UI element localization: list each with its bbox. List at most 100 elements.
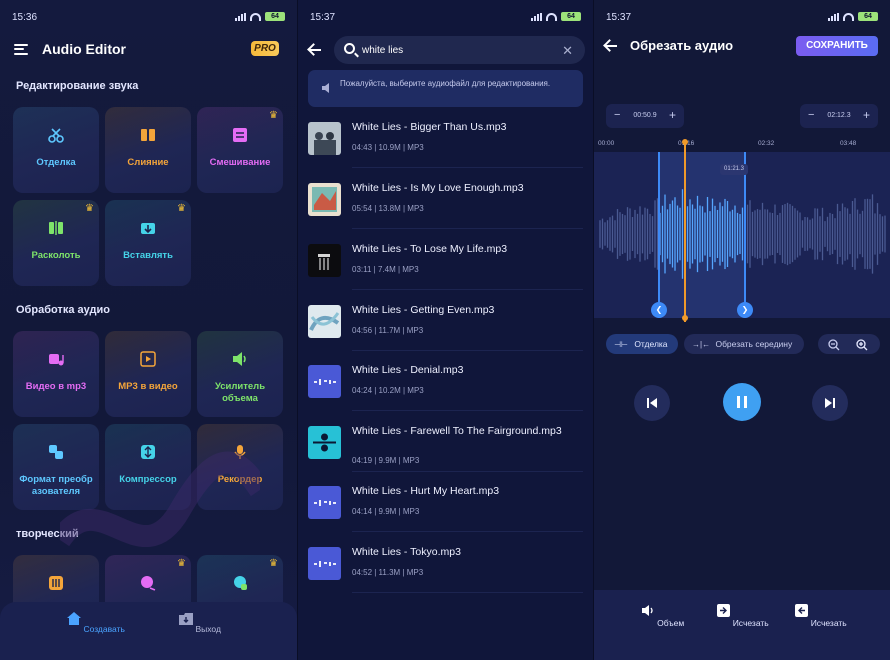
list-item[interactable]: White Lies - Hurt My Heart.mp3 04:14 | 9.… — [308, 476, 583, 532]
status-time: 15:37 — [606, 12, 632, 23]
clear-search-icon[interactable]: ✕ — [562, 43, 573, 59]
song-meta: 05:54 | 13.8M | MP3 — [352, 204, 424, 213]
section-title: Редактирование звука — [16, 80, 139, 92]
zoom-controls — [818, 334, 880, 354]
zoom-in-icon[interactable] — [856, 338, 868, 351]
list-item[interactable]: White Lies - Farewell To The Fairground.… — [308, 416, 583, 472]
trim-end-knob[interactable]: ❯ — [737, 302, 753, 318]
pause-button[interactable] — [723, 383, 761, 421]
mode-trim-chip[interactable]: ⊣⊢ Отделка — [606, 334, 678, 354]
waveform-editor[interactable]: ❮ ❯ 01:21.3 — [594, 139, 890, 322]
background-wave-decoration — [60, 451, 260, 548]
mode-cut-middle-chip[interactable]: →|← Обрезать середину — [684, 334, 804, 354]
song-title: White Lies - To Lose My Life.mp3 — [352, 243, 508, 255]
tool-fade-in-label: Исчезать — [732, 618, 769, 628]
back-arrow-icon[interactable] — [602, 37, 620, 55]
divider — [352, 228, 583, 229]
section-title: Обработка аудио — [16, 304, 110, 316]
tool-tile-label: Слияние — [127, 157, 169, 168]
app-header: Audio Editor PRO — [14, 38, 283, 60]
skip-forward-button[interactable] — [812, 385, 848, 421]
waveform — [599, 189, 886, 279]
selection-duration: 01:21.3 — [720, 164, 748, 175]
tool-fade-in[interactable]: Исчезать — [708, 604, 778, 628]
tool-fade-out[interactable]: Исчезать — [786, 604, 856, 628]
skip-forward-icon — [825, 398, 835, 408]
list-item[interactable]: White Lies - Bigger Than Us.mp3 04:43 | 1… — [308, 112, 583, 168]
zoom-out-icon[interactable] — [828, 338, 840, 351]
status-bar: 15:37 64 — [594, 8, 890, 24]
wifi-icon — [843, 12, 854, 21]
album-art-thumbnail — [308, 305, 341, 338]
timeline-tick: 03:48 — [840, 140, 857, 147]
song-meta: 04:19 | 9.9M | MP3 — [352, 456, 420, 465]
hamburger-menu-icon[interactable] — [14, 43, 28, 55]
list-item[interactable]: White Lies - Getting Even.mp3 04:56 | 11.… — [308, 295, 583, 351]
back-arrow-icon[interactable] — [306, 41, 324, 59]
volume-booster-icon — [233, 352, 246, 366]
search-header: ✕ — [306, 36, 585, 64]
home-icon — [67, 612, 82, 625]
wifi-icon — [250, 12, 261, 21]
volume-icon — [641, 605, 653, 616]
search-icon — [344, 43, 355, 54]
divider — [352, 167, 583, 168]
start-time-increase-button[interactable]: + — [669, 108, 676, 122]
trim-start-handle[interactable] — [658, 152, 660, 318]
scissors-icon — [48, 128, 64, 143]
song-title: White Lies - Is My Love Enough.mp3 — [352, 182, 524, 194]
skip-back-button[interactable] — [634, 385, 670, 421]
end-time-increase-button[interactable]: + — [863, 108, 870, 122]
divider — [352, 531, 583, 532]
list-item[interactable]: White Lies - Denial.mp3 04:24 | 10.2M | M… — [308, 355, 583, 411]
list-item[interactable]: White Lies - To Lose My Life.mp3 03:11 | … — [308, 234, 583, 290]
search-bar[interactable]: ✕ — [334, 36, 585, 64]
list-item[interactable]: White Lies - Is My Love Enough.mp3 05:54 … — [308, 173, 583, 229]
tool-tile[interactable]: Усилитель объема — [197, 331, 283, 417]
nav-create[interactable]: Создавать — [56, 612, 136, 634]
tool-tile[interactable]: Отделка — [13, 107, 99, 193]
song-title: White Lies - Tokyo.mp3 — [352, 546, 461, 558]
mp3-to-video-icon — [140, 351, 156, 367]
save-button[interactable]: СОХРАНИТЬ — [796, 36, 878, 56]
wifi-icon — [546, 12, 557, 21]
status-bar: 15:37 64 — [298, 8, 593, 24]
song-meta: 04:52 | 11.3M | MP3 — [352, 568, 424, 577]
mode-trim-label: Отделка — [634, 339, 668, 349]
search-input[interactable] — [362, 42, 522, 58]
signal-icon — [828, 12, 839, 21]
home-screen: 15:36 64 Audio Editor PRO Редактирование… — [0, 0, 297, 660]
trim-start-knob[interactable]: ❮ — [651, 302, 667, 318]
battery-icon: 64 — [858, 12, 878, 21]
divider — [352, 592, 583, 593]
playhead[interactable] — [684, 142, 686, 322]
tool-tile-label: Усилитель объема — [214, 381, 266, 404]
battery-icon: 64 — [561, 12, 581, 21]
tool-tile-label: Отделка — [36, 157, 76, 168]
list-item[interactable]: White Lies - Tokyo.mp3 04:52 | 11.3M | MP… — [308, 537, 583, 593]
tool-tile[interactable]: Смешивание ♛ — [197, 107, 283, 193]
nav-create-label: Создавать — [83, 624, 125, 634]
crown-icon: ♛ — [177, 203, 186, 214]
trim-end-handle[interactable] — [744, 152, 746, 318]
tool-tile[interactable]: Вставлять ♛ — [105, 200, 191, 286]
tool-tile[interactable]: Слияние — [105, 107, 191, 193]
tool-tile-label: MP3 в видео — [118, 381, 178, 392]
tool-tile[interactable]: MP3 в видео — [105, 331, 191, 417]
album-art-thumbnail — [308, 547, 341, 580]
tool-volume[interactable]: Объем — [628, 604, 698, 628]
pro-badge[interactable]: PRO — [251, 41, 279, 56]
album-art-thumbnail — [308, 426, 341, 459]
insert-icon — [141, 223, 155, 234]
crown-icon: ♛ — [269, 110, 278, 121]
tool-tile-label: Расколоть — [31, 250, 81, 261]
song-title: White Lies - Getting Even.mp3 — [352, 304, 495, 316]
tool-tile[interactable]: Видео в mp3 — [13, 331, 99, 417]
nav-output[interactable]: Выход — [160, 612, 240, 634]
status-time: 15:37 — [310, 12, 336, 23]
skip-back-icon — [647, 398, 657, 408]
album-art-thumbnail — [308, 365, 341, 398]
tool-tile-label: Вставлять — [123, 250, 173, 261]
tool-tile[interactable]: Расколоть ♛ — [13, 200, 99, 286]
mix-icon — [233, 128, 247, 142]
